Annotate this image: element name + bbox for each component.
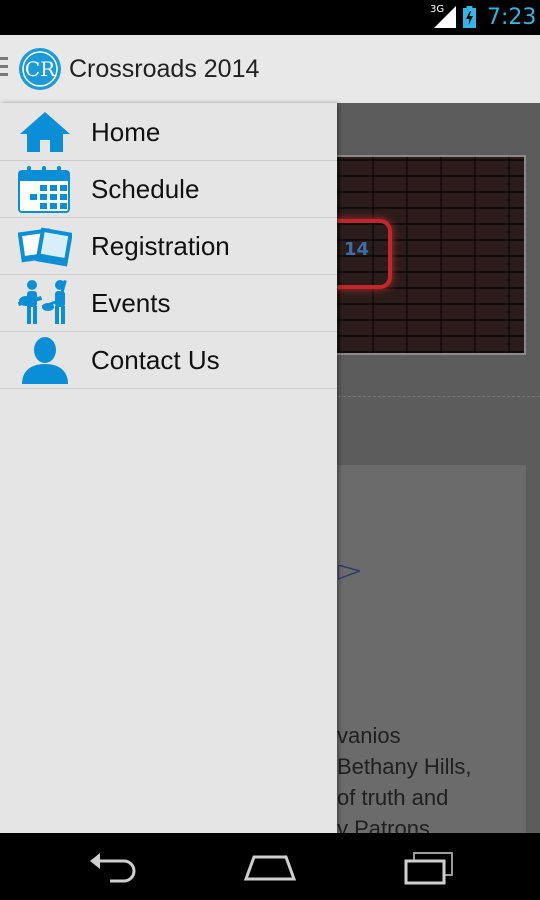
arrow-shape-icon — [338, 565, 360, 580]
app-logo[interactable]: CR — [18, 47, 62, 91]
recent-apps-icon[interactable] — [398, 849, 458, 885]
system-nav-bar — [0, 833, 540, 900]
content-text-line: y Patrons. — [337, 816, 437, 833]
divider — [338, 396, 540, 397]
drawer-item-events[interactable]: Events — [0, 274, 337, 332]
drawer-item-registration[interactable]: Registration — [0, 217, 337, 275]
drawer-item-label: Contact Us — [91, 345, 220, 375]
drawer-indicator-icon[interactable] — [0, 57, 8, 81]
battery-charging-icon — [463, 6, 476, 28]
status-bar: 3G 7:23 — [0, 0, 540, 35]
drawer-item-label: Events — [91, 288, 171, 318]
content-text-line: Bethany Hills, — [337, 754, 472, 779]
drawer-item-schedule[interactable]: Schedule — [0, 160, 337, 218]
clock: 7:23 — [487, 5, 537, 30]
drawer-item-label: Schedule — [91, 174, 200, 204]
person-icon — [22, 337, 68, 384]
app-title: Crossroads 2014 — [69, 55, 260, 83]
action-bar: CR Crossroads 2014 — [0, 35, 540, 104]
calendar-icon — [18, 166, 70, 213]
drawer-item-contact-us[interactable]: Contact Us — [0, 331, 337, 389]
photos-icon — [18, 227, 72, 267]
back-icon[interactable] — [84, 849, 144, 885]
drawer-item-home[interactable]: Home — [0, 103, 337, 161]
navigation-drawer: Home Schedule Registration Events Contac… — [0, 103, 337, 833]
band-icon — [18, 279, 67, 324]
home-nav-icon[interactable] — [240, 849, 300, 885]
drawer-item-label: Home — [91, 117, 161, 147]
content-text-line: of truth and — [337, 785, 449, 810]
home-icon — [20, 112, 70, 152]
logo-text: CR — [25, 57, 56, 81]
banner-neon-text: 14 — [344, 239, 370, 260]
signal-icon — [434, 6, 456, 28]
content-text-line: vanios — [337, 723, 401, 748]
drawer-item-label: Registration — [91, 231, 230, 261]
